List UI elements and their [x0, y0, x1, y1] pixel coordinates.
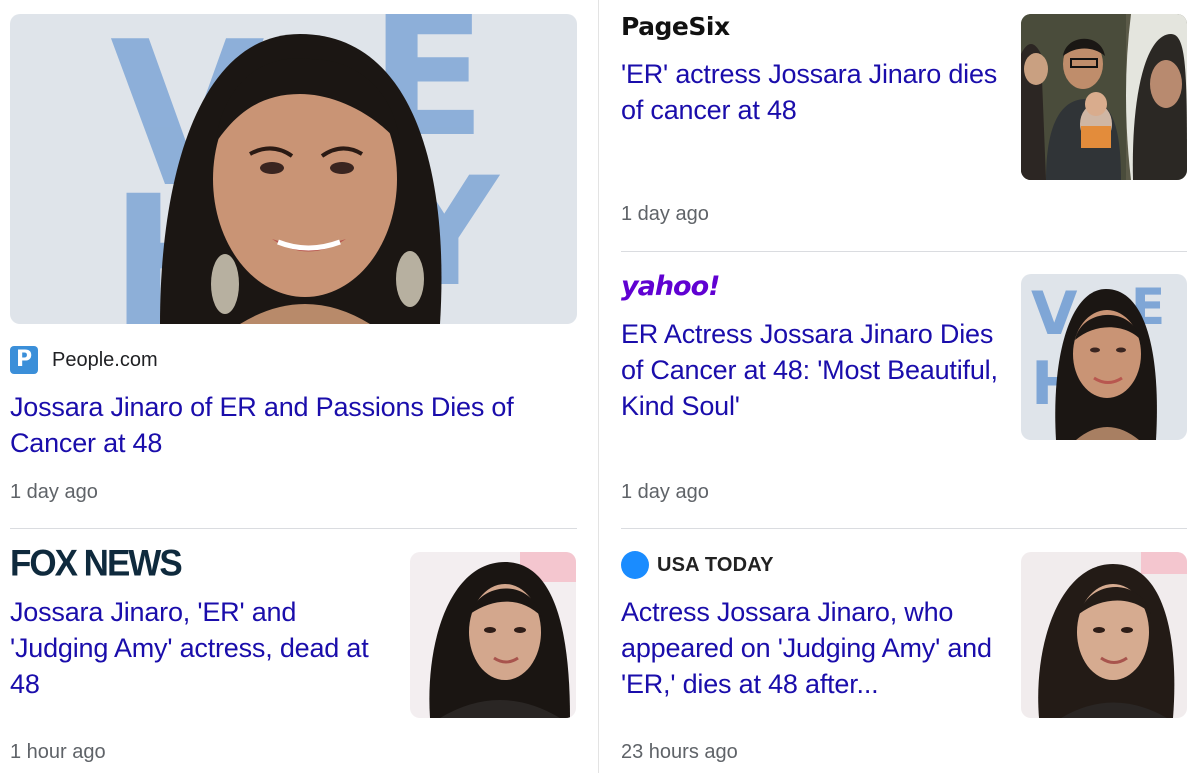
usatoday-source-name: USA TODAY [657, 553, 774, 576]
usatoday-logo-icon [621, 551, 649, 579]
usatoday-time: 23 hours ago [621, 741, 738, 763]
people-source[interactable]: P People.com [10, 346, 158, 374]
foxnews-article-image[interactable] [410, 552, 576, 718]
foxnews-source[interactable]: FOX NEWS [10, 543, 183, 585]
people-logo-icon: P [10, 346, 38, 374]
pagesix-headline[interactable]: 'ER' actress Jossara Jinaro dies of canc… [621, 56, 1001, 128]
right-divider-2 [621, 528, 1187, 529]
people-source-name: People.com [52, 348, 158, 371]
usatoday-headline[interactable]: Actress Jossara Jinaro, who appeared on … [621, 594, 1001, 702]
yahoo-source[interactable]: yahoo! [621, 271, 720, 302]
usatoday-source[interactable]: USA TODAY [621, 551, 774, 579]
foxnews-time: 1 hour ago [10, 741, 106, 763]
foxnews-headline[interactable]: Jossara Jinaro, 'ER' and 'Judging Amy' a… [10, 594, 390, 702]
pagesix-source[interactable]: PageSix [621, 12, 730, 41]
usatoday-article-image[interactable] [1021, 552, 1187, 718]
right-divider-1 [621, 251, 1187, 252]
people-time: 1 day ago [10, 481, 98, 503]
yahoo-headline[interactable]: ER Actress Jossara Jinaro Dies of Cancer… [621, 316, 1001, 424]
people-article-image[interactable]: V E H Y [10, 14, 577, 324]
pagesix-time: 1 day ago [621, 203, 709, 225]
column-divider [598, 0, 599, 773]
yahoo-article-image[interactable]: V E H [1021, 274, 1187, 440]
people-headline[interactable]: Jossara Jinaro of ER and Passions Dies o… [10, 389, 570, 461]
yahoo-time: 1 day ago [621, 481, 709, 503]
left-divider [10, 528, 577, 529]
pagesix-article-image[interactable] [1021, 14, 1187, 180]
